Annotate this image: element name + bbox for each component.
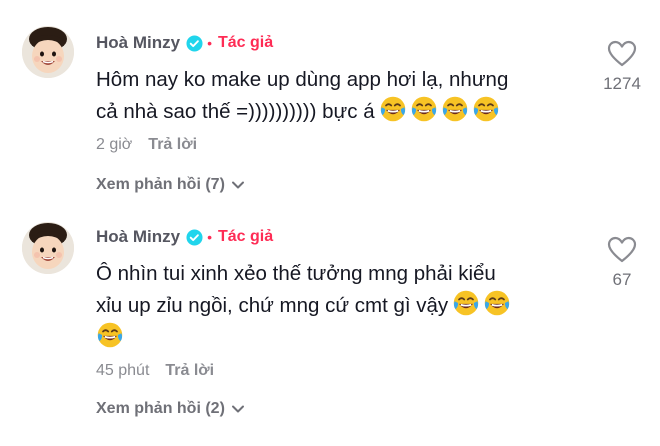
comment-timestamp: 2 giờ — [96, 136, 133, 153]
chevron-down-icon — [231, 405, 244, 413]
comment-meta: 2 giờ Trả lời — [96, 136, 197, 154]
view-replies-button[interactable]: Xem phản hồi (2) — [96, 400, 245, 418]
emoji-group — [452, 289, 511, 317]
view-replies-label: Xem phản hồi (7) — [96, 176, 225, 193]
like-control[interactable]: 1274 — [592, 40, 652, 94]
separator-dot: • — [207, 35, 212, 51]
comment-text-emoji-line — [96, 321, 576, 353]
comment-text-line: cả nhà sao thế =)))))))))) bực á — [96, 100, 375, 123]
comment-text-line: Ô nhìn tui xinh xẻo thế tưởng mng phải k… — [96, 262, 496, 285]
comment-text-line-with-emoji: cả nhà sao thế =)))))))))) bực á — [96, 95, 576, 127]
heart-icon[interactable] — [607, 236, 637, 264]
verified-badge-icon — [186, 34, 203, 52]
avatar-image — [22, 26, 74, 78]
comment-timestamp: 45 phút — [96, 362, 150, 379]
reply-button[interactable]: Trả lời — [165, 362, 214, 380]
comment-header: Hoà Minzy • Tác giả — [96, 30, 273, 56]
chevron-down-icon — [231, 181, 244, 189]
like-control[interactable]: 67 — [592, 236, 652, 290]
tears-of-joy-emoji-icon — [472, 95, 500, 123]
emoji-group — [96, 321, 124, 349]
author-badge: Tác giả — [217, 228, 274, 245]
tears-of-joy-emoji-icon — [441, 95, 469, 123]
comment-text: Hôm nay ko make up dùng app hơi lạ, nhưn… — [96, 64, 576, 127]
heart-icon[interactable] — [607, 40, 637, 68]
separator-dot: • — [207, 229, 212, 245]
comment-text-line-with-emoji: xỉu up zỉu ngồi, chứ mng cứ cmt gì vậy — [96, 289, 576, 321]
like-count: 1274 — [603, 74, 641, 93]
tears-of-joy-emoji-icon — [483, 289, 511, 317]
tears-of-joy-emoji-icon — [452, 289, 480, 317]
avatar[interactable] — [22, 222, 74, 274]
comment-text-line: Hôm nay ko make up dùng app hơi lạ, nhưn… — [96, 68, 509, 91]
like-count: 67 — [612, 270, 632, 289]
tears-of-joy-emoji-icon — [410, 95, 438, 123]
tears-of-joy-emoji-icon — [379, 95, 407, 123]
comment-header: Hoà Minzy • Tác giả — [96, 224, 273, 250]
verified-badge-icon — [186, 228, 203, 246]
reply-button[interactable]: Trả lời — [148, 136, 197, 154]
author-badge: Tác giả — [217, 34, 274, 51]
comment-text: Ô nhìn tui xinh xẻo thế tưởng mng phải k… — [96, 258, 576, 353]
author-name[interactable]: Hoà Minzy — [96, 33, 180, 53]
view-replies-button[interactable]: Xem phản hồi (7) — [96, 176, 245, 194]
avatar[interactable] — [22, 26, 74, 78]
emoji-group — [379, 95, 500, 123]
author-name[interactable]: Hoà Minzy — [96, 227, 180, 247]
view-replies-label: Xem phản hồi (2) — [96, 400, 225, 417]
comment-text-line: xỉu up zỉu ngồi, chứ mng cứ cmt gì vậy — [96, 294, 449, 317]
tears-of-joy-emoji-icon — [96, 321, 124, 349]
avatar-image — [22, 222, 74, 274]
comment-meta: 45 phút Trả lời — [96, 362, 214, 380]
